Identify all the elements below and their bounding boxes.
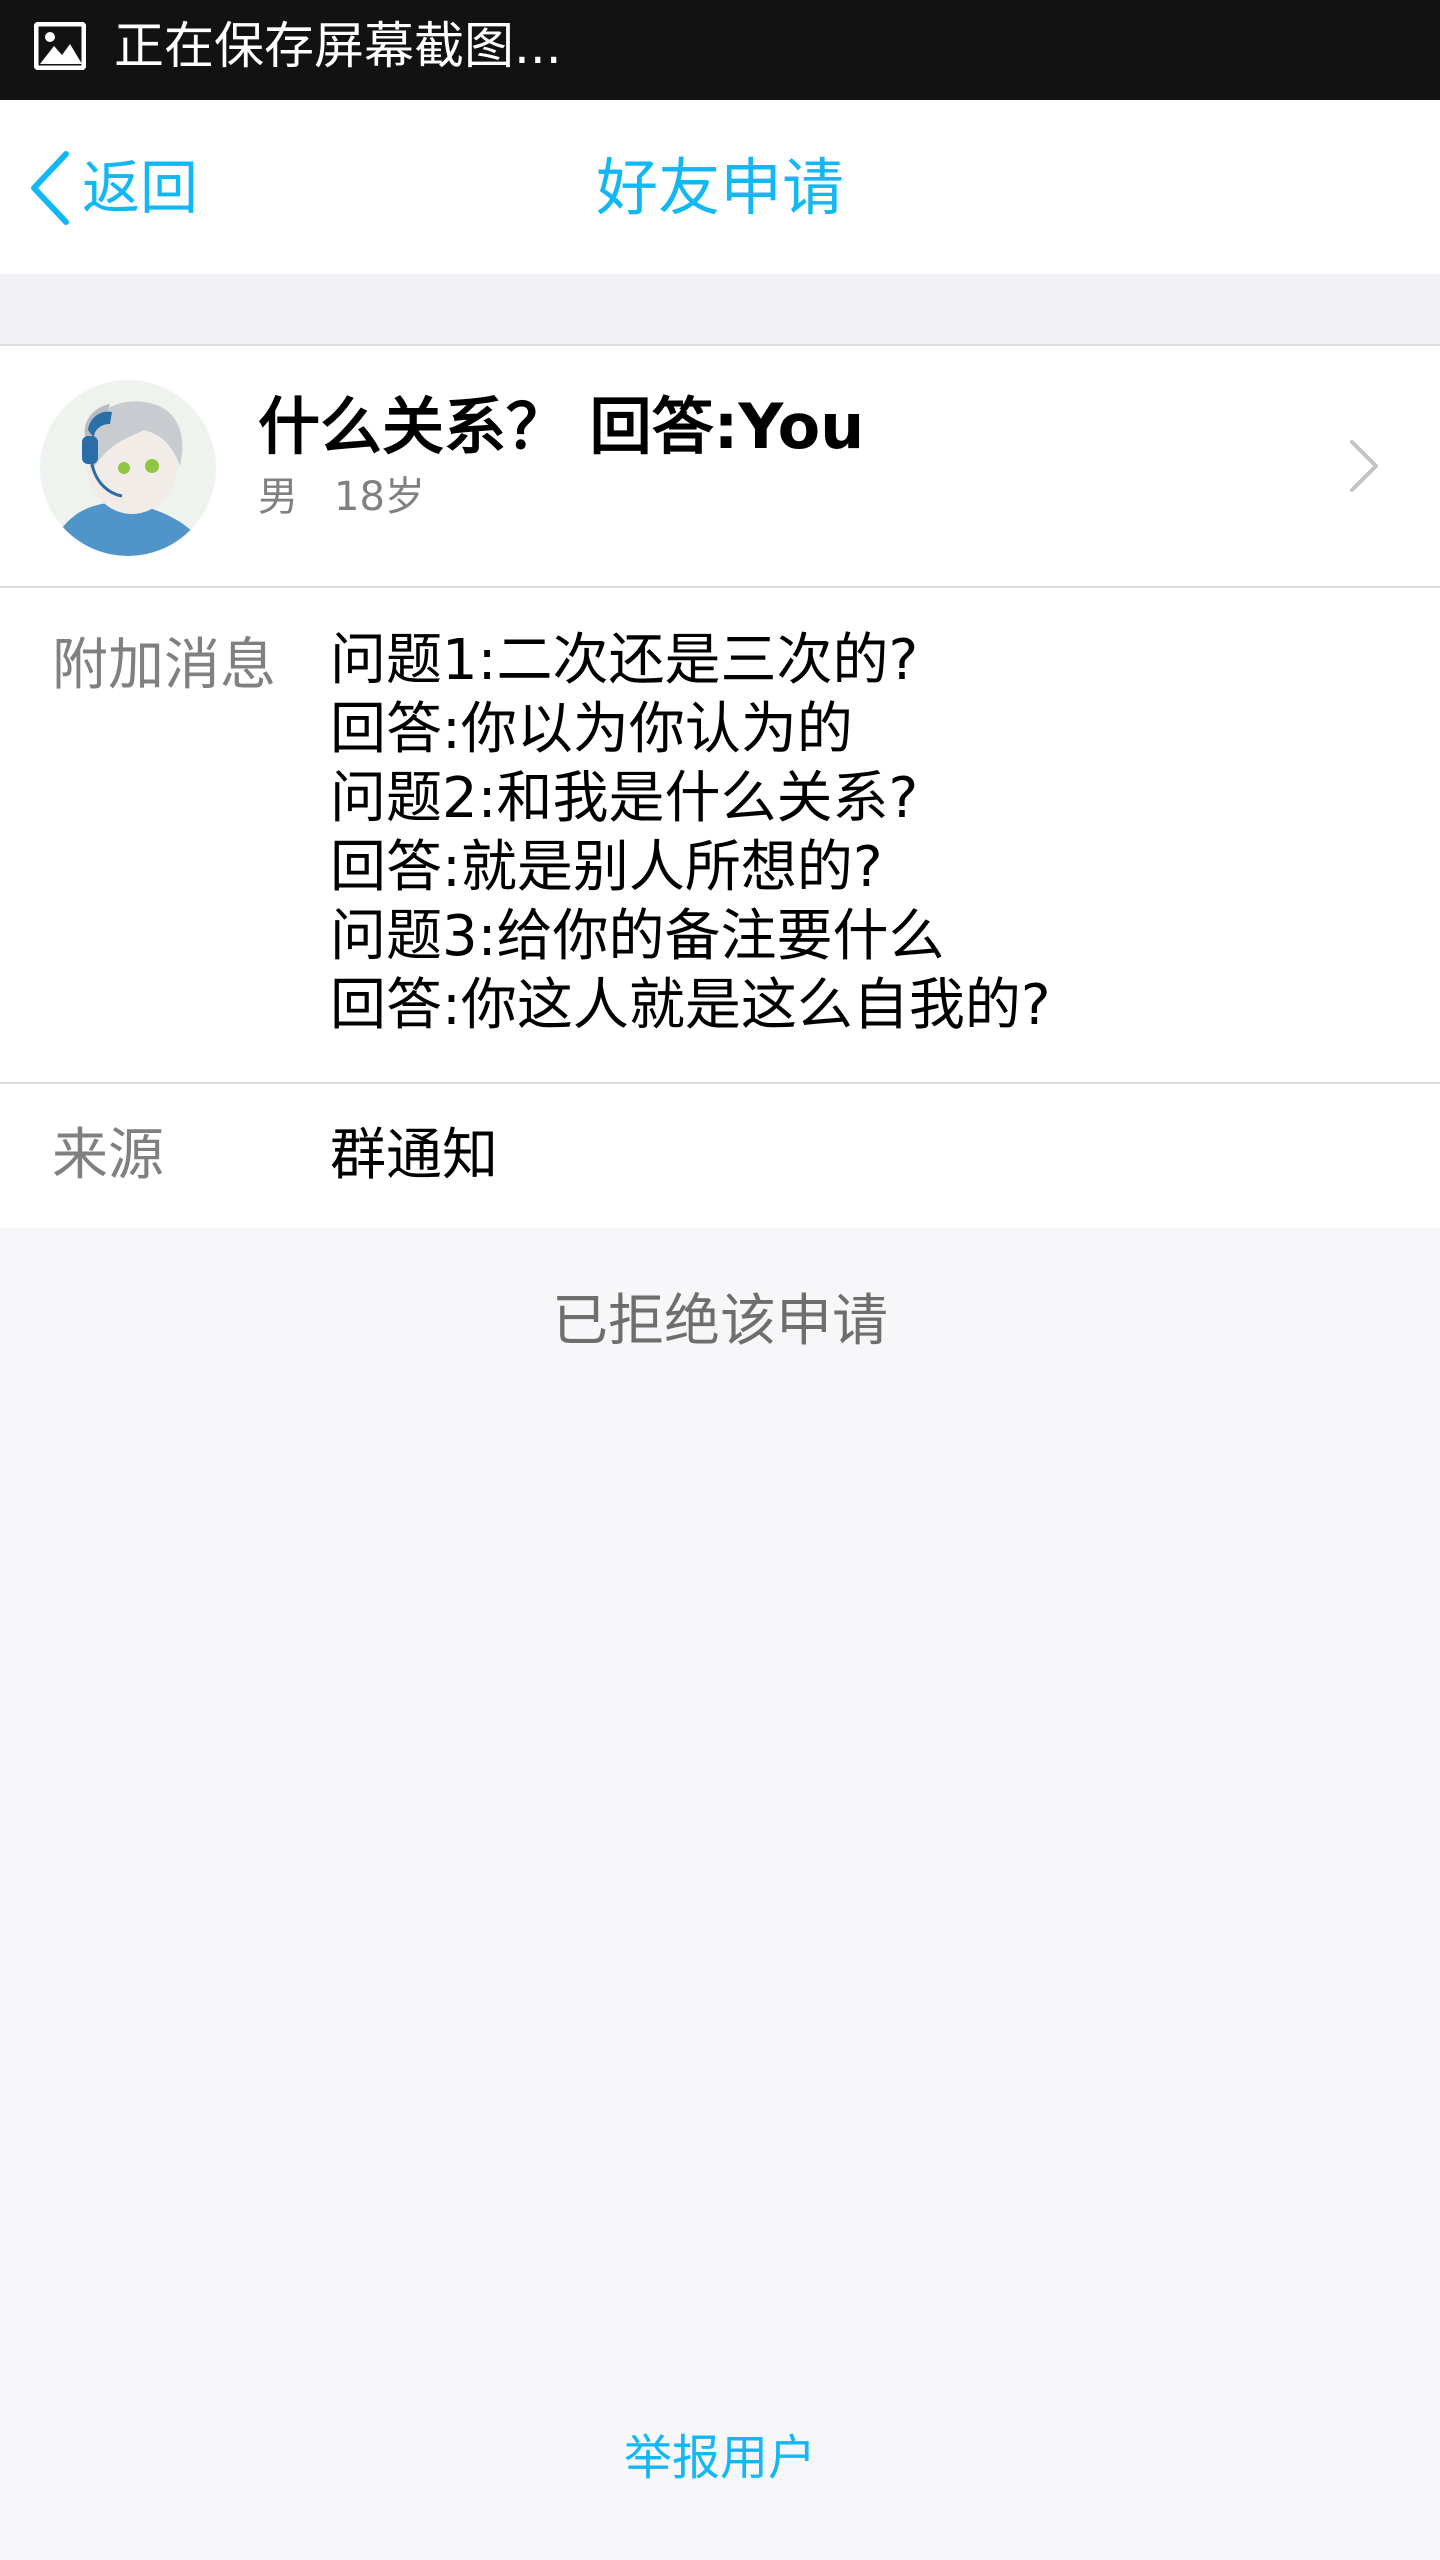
message-line: 回答:你以为你认为的 (330, 697, 853, 762)
requester-profile-row[interactable]: 什么关系？ 回答:You 男 18岁 (0, 346, 1440, 588)
additional-message-row: 附加消息 问题1:二次还是三次的? 回答:你以为你认为的 问题2:和我是什么关系… (0, 588, 1440, 1084)
page-title: 好友申请 (595, 151, 844, 224)
source-value: 群通知 (330, 1123, 498, 1188)
age-label: 18岁 (334, 474, 425, 520)
avatar[interactable] (40, 380, 216, 556)
requester-meta: 男 18岁 (258, 468, 425, 526)
source-row: 来源 群通知 (0, 1084, 1440, 1228)
status-bar-text: 正在保存屏幕截图... (114, 17, 562, 75)
avatar-illustration (40, 380, 216, 556)
additional-message-text: 问题1:二次还是三次的? 回答:你以为你认为的 问题2:和我是什么关系? 回答:… (330, 626, 1051, 1040)
source-label: 来源 (52, 1123, 164, 1188)
chevron-right-icon (1350, 440, 1378, 492)
section-spacer (0, 274, 1440, 346)
message-line: 问题3:给你的备注要什么 (330, 904, 945, 969)
additional-message-label: 附加消息 (52, 633, 276, 698)
message-line: 回答:就是别人所想的? (330, 835, 883, 900)
requester-name: 什么关系？ 回答:You (258, 390, 865, 463)
navigation-bar: 返回 好友申请 (0, 100, 1440, 274)
image-icon (34, 22, 86, 70)
message-line: 回答:你这人就是这么自我的? (330, 973, 1051, 1038)
message-line: 问题2:和我是什么关系? (330, 766, 919, 831)
message-line: 问题1:二次还是三次的? (330, 628, 919, 693)
request-status-text: 已拒绝该申请 (552, 1289, 888, 1354)
system-status-bar: 正在保存屏幕截图... (0, 0, 1440, 100)
gender-label: 男 (258, 474, 298, 520)
report-user-link[interactable]: 举报用户 (520, 2420, 920, 2496)
